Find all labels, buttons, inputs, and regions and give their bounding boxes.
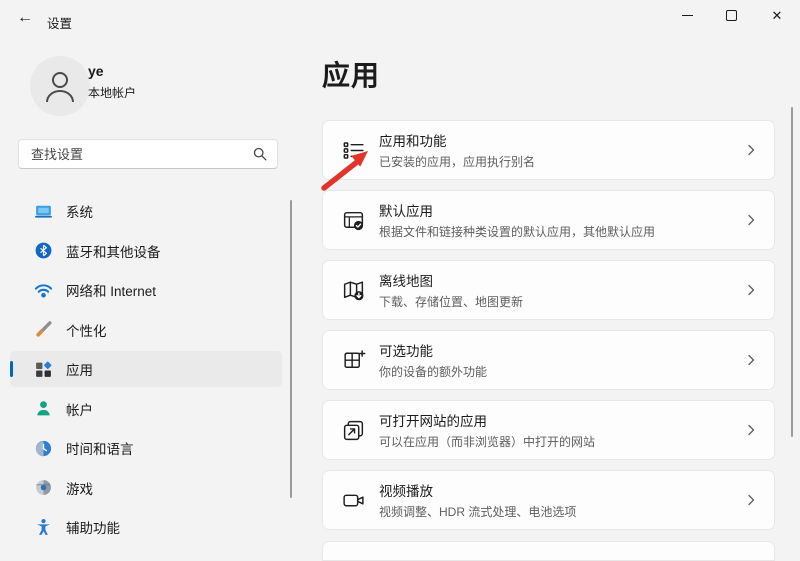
- card-title: 视频播放: [379, 484, 433, 499]
- card-subtitle: 你的设备的额外功能: [379, 365, 488, 379]
- chevron-right-icon: [744, 353, 758, 367]
- chevron-right-icon: [744, 493, 758, 507]
- bluetooth-icon: [34, 241, 53, 260]
- person-icon: [46, 72, 74, 103]
- sidebar-item-label: 个性化: [66, 323, 107, 339]
- sidebar-item-label: 辅助功能: [66, 521, 120, 536]
- chevron-right-icon: [744, 423, 758, 437]
- offline-maps-icon: [341, 278, 366, 303]
- network-icon: [34, 281, 53, 300]
- sidebar-item-label: 应用: [66, 363, 93, 378]
- card-subtitle: 视频调整、HDR 流式处理、电池选项: [379, 505, 577, 519]
- sidebar-item-personalization[interactable]: 个性化: [10, 312, 282, 348]
- card-optional-features[interactable]: 可选功能 你的设备的额外功能: [322, 330, 775, 390]
- card-default-apps[interactable]: 默认应用 根据文件和链接种类设置的默认应用，其他默认应用: [322, 190, 775, 250]
- card-apps-for-websites[interactable]: 可打开网站的应用 可以在应用（而非浏览器）中打开的网站: [322, 400, 775, 460]
- chevron-right-icon: [744, 283, 758, 297]
- search-box[interactable]: [18, 139, 278, 169]
- apps-icon: [34, 360, 53, 379]
- personalization-icon: [34, 320, 53, 339]
- page-title: 应用: [322, 60, 381, 91]
- minimize-button[interactable]: [664, 0, 710, 30]
- maximize-icon: [725, 9, 737, 21]
- card-partial-next[interactable]: [322, 541, 775, 561]
- sidebar-item-apps[interactable]: 应用: [10, 351, 282, 387]
- user-account-type: 本地帐户: [88, 86, 137, 100]
- sidebar-item-accounts[interactable]: 帐户: [10, 391, 282, 427]
- selected-indicator: [10, 361, 13, 377]
- maximize-button[interactable]: [708, 0, 754, 30]
- default-apps-icon: [341, 208, 366, 233]
- minimize-icon: [681, 14, 693, 16]
- card-title: 应用和功能: [379, 134, 447, 149]
- sidebar-item-time-language[interactable]: 时间和语言: [10, 430, 282, 466]
- video-playback-icon: [341, 488, 366, 513]
- sidebar-item-label: 蓝牙和其他设备: [66, 244, 161, 260]
- close-button[interactable]: ✕: [754, 0, 800, 30]
- sidebar-item-bluetooth[interactable]: 蓝牙和其他设备: [10, 233, 282, 269]
- card-subtitle: 已安装的应用，应用执行别名: [379, 155, 536, 169]
- card-offline-maps[interactable]: 离线地图 下载、存储位置、地图更新: [322, 260, 775, 320]
- sidebar-item-label: 系统: [66, 205, 93, 220]
- accessibility-icon: [34, 518, 53, 537]
- card-subtitle: 下载、存储位置、地图更新: [379, 295, 524, 309]
- gaming-icon: [34, 478, 53, 497]
- window-title: 设置: [47, 17, 73, 31]
- apps-features-icon: [341, 138, 366, 163]
- card-subtitle: 根据文件和链接种类设置的默认应用，其他默认应用: [379, 225, 656, 239]
- settings-card-list: 应用和功能 已安装的应用，应用执行别名 默认应用 根据文件和链接种类设置的默认应…: [322, 120, 775, 540]
- card-title: 默认应用: [379, 204, 433, 219]
- card-title: 离线地图: [379, 274, 433, 289]
- sidebar-item-accessibility[interactable]: 辅助功能: [10, 509, 282, 545]
- chevron-right-icon: [744, 143, 758, 157]
- sidebar-item-label: 游戏: [66, 481, 93, 497]
- sidebar-item-gaming[interactable]: 游戏: [10, 470, 282, 506]
- optional-features-icon: [341, 348, 366, 373]
- search-icon: [253, 147, 267, 161]
- card-apps-features[interactable]: 应用和功能 已安装的应用，应用执行别名: [322, 120, 775, 180]
- card-title: 可选功能: [379, 344, 433, 359]
- avatar[interactable]: [30, 56, 90, 116]
- sidebar-item-label: 网络和 Internet: [66, 284, 157, 299]
- search-input[interactable]: [29, 145, 247, 163]
- back-button[interactable]: ←: [8, 3, 42, 33]
- chevron-right-icon: [744, 213, 758, 227]
- sidebar-item-system[interactable]: 系统: [10, 193, 282, 229]
- main-scrollbar[interactable]: [791, 107, 793, 437]
- sidebar-item-label: 时间和语言: [66, 442, 134, 457]
- close-icon: ✕: [771, 7, 783, 23]
- card-subtitle: 可以在应用（而非浏览器）中打开的网站: [379, 435, 596, 449]
- apps-for-websites-icon: [341, 418, 366, 443]
- user-name: ye: [88, 63, 104, 79]
- sidebar-item-network[interactable]: 网络和 Internet: [10, 272, 282, 308]
- sidebar-nav: 系统 蓝牙和其他设备 网络和 Internet 个性化 应用 帐户 时间和语言 …: [10, 193, 282, 549]
- sidebar-item-label: 帐户: [66, 402, 93, 418]
- sidebar-scrollbar[interactable]: [290, 200, 292, 498]
- card-title: 可打开网站的应用: [379, 414, 487, 429]
- accounts-icon: [34, 399, 53, 418]
- system-icon: [34, 202, 53, 221]
- card-video-playback[interactable]: 视频播放 视频调整、HDR 流式处理、电池选项: [322, 470, 775, 530]
- time-language-icon: [34, 439, 53, 458]
